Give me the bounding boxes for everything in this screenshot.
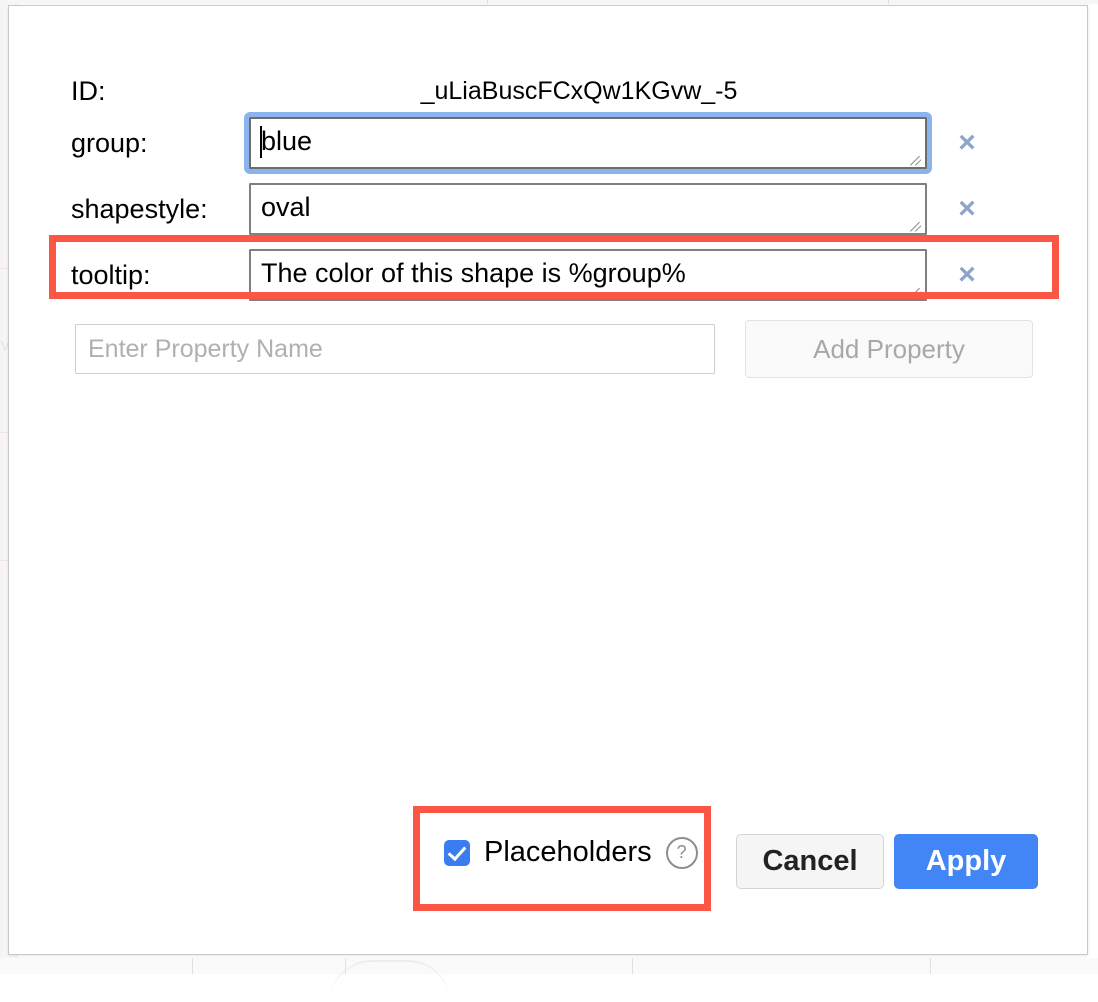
property-row-tooltip: tooltip: The color of this shape is %gro… bbox=[9, 242, 1089, 308]
backdrop-tick bbox=[888, 0, 889, 4]
property-input-group[interactable]: blue bbox=[249, 117, 927, 169]
delete-property-group-button[interactable]: × bbox=[939, 128, 995, 158]
dialog-footer: Placeholders ? Cancel Apply bbox=[9, 824, 1089, 894]
property-label-group: group: bbox=[9, 130, 249, 157]
add-property-row: Add Property bbox=[9, 316, 1089, 382]
backdrop-tick bbox=[192, 958, 193, 974]
property-row-shapestyle: shapestyle: oval × bbox=[9, 176, 1089, 242]
property-value-id: _uLiaBuscFCxQw1KGvw_-5 bbox=[249, 77, 1089, 106]
placeholders-label: Placeholders bbox=[484, 836, 652, 869]
property-input-shapestyle-wrap: oval bbox=[249, 183, 927, 235]
placeholders-checkbox[interactable] bbox=[444, 840, 470, 866]
new-property-name-input[interactable] bbox=[75, 324, 715, 374]
backdrop-tick bbox=[487, 0, 488, 4]
placeholders-toggle-group: Placeholders ? bbox=[444, 836, 698, 869]
cancel-button[interactable]: Cancel bbox=[736, 834, 884, 889]
delete-property-tooltip-button[interactable]: × bbox=[939, 260, 995, 290]
apply-button[interactable]: Apply bbox=[894, 834, 1038, 889]
property-input-shapestyle[interactable]: oval bbox=[249, 183, 927, 235]
delete-property-shapestyle-button[interactable]: × bbox=[939, 194, 995, 224]
backdrop-tick bbox=[930, 958, 931, 974]
property-label-id: ID: bbox=[9, 78, 249, 105]
backdrop-tick bbox=[632, 958, 633, 974]
property-label-tooltip: tooltip: bbox=[9, 262, 249, 289]
text-caret bbox=[260, 126, 262, 158]
add-property-button[interactable]: Add Property bbox=[745, 320, 1033, 378]
property-label-shapestyle: shapestyle: bbox=[9, 196, 249, 223]
backdrop-top-bar bbox=[0, 0, 1098, 4]
help-icon[interactable]: ? bbox=[666, 837, 698, 869]
property-row-group: group: blue × bbox=[9, 110, 1089, 176]
edit-properties-dialog: ID: _uLiaBuscFCxQw1KGvw_-5 group: blue ×… bbox=[8, 5, 1088, 955]
property-input-tooltip-wrap: The color of this shape is %group% bbox=[249, 249, 927, 301]
backdrop-bottom-bar bbox=[0, 958, 1098, 974]
property-input-tooltip[interactable]: The color of this shape is %group% bbox=[249, 249, 927, 301]
property-input-group-wrap: blue bbox=[249, 117, 927, 169]
